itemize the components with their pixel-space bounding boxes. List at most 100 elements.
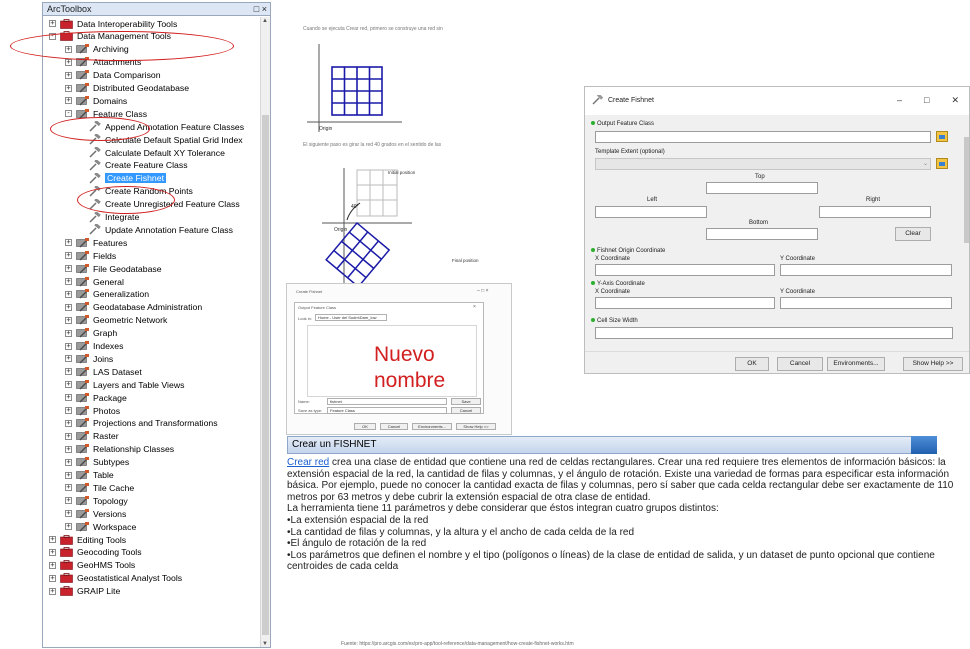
- tree-item-layers-and-table-views[interactable]: + Layers and Table Views: [65, 378, 184, 391]
- collapse-icon[interactable]: -: [65, 110, 72, 118]
- top-input[interactable]: [706, 182, 818, 194]
- expand-icon[interactable]: +: [65, 278, 72, 285]
- tree-item-calculate-default-xy-tolerance[interactable]: Calculate Default XY Tolerance: [88, 146, 225, 159]
- tree-item-topology[interactable]: + Topology: [65, 494, 128, 507]
- tree-item-relationship-classes[interactable]: + Relationship Classes: [65, 443, 174, 456]
- expand-icon[interactable]: +: [65, 484, 72, 492]
- output-feature-class-input[interactable]: [595, 131, 931, 143]
- tree-item-domains[interactable]: + Domains: [65, 94, 127, 107]
- minimize-icon[interactable]: –: [897, 95, 902, 106]
- tree-item-general[interactable]: + General: [65, 275, 124, 288]
- scroll-up-icon[interactable]: ▲: [262, 18, 268, 24]
- left-input[interactable]: [595, 206, 707, 218]
- tree-item-features[interactable]: + Features: [65, 236, 127, 249]
- environments-button[interactable]: Environments...: [827, 357, 885, 371]
- expand-icon[interactable]: +: [65, 419, 72, 427]
- tree-item-graph[interactable]: + Graph: [65, 327, 117, 340]
- cell-size-width-input[interactable]: [595, 327, 953, 339]
- arctoolbox-titlebar[interactable]: ArcToolbox □ ×: [43, 3, 270, 16]
- expand-icon[interactable]: +: [65, 445, 72, 453]
- fishnet-scrollbar-thumb[interactable]: [964, 137, 969, 243]
- dock-pin-icon[interactable]: □ ×: [254, 4, 267, 14]
- tree-item-editing-tools[interactable]: + Editing Tools: [49, 533, 126, 546]
- template-extent-select[interactable]: ⌄: [595, 158, 931, 170]
- clear-button[interactable]: Clear: [895, 227, 931, 241]
- save-as-type-select[interactable]: Feature Class: [327, 407, 447, 414]
- tree-item-workspace[interactable]: + Workspace: [65, 520, 136, 533]
- expand-icon[interactable]: +: [65, 71, 72, 79]
- expand-icon[interactable]: +: [65, 368, 72, 376]
- mini-cancel-button[interactable]: Cancel: [380, 423, 408, 430]
- tree-item-geometric-network[interactable]: + Geometric Network: [65, 314, 167, 327]
- ok-button[interactable]: OK: [735, 357, 769, 371]
- name-field[interactable]: fishnet: [327, 398, 447, 405]
- mini-show-help-button[interactable]: Show Help >>: [456, 423, 496, 430]
- browser-close-icon[interactable]: ×: [473, 304, 476, 310]
- tree-item-geodatabase-administration[interactable]: + Geodatabase Administration: [65, 301, 202, 314]
- tree-item-fields[interactable]: + Fields: [65, 249, 116, 262]
- tree-item-joins[interactable]: + Joins: [65, 352, 113, 365]
- tree-item-create-fishnet[interactable]: Create Fishnet: [88, 172, 166, 185]
- expand-icon[interactable]: +: [65, 252, 72, 260]
- tree-item-create-feature-class[interactable]: Create Feature Class: [88, 159, 188, 172]
- expand-icon[interactable]: +: [65, 458, 72, 466]
- expand-icon[interactable]: +: [65, 355, 72, 363]
- expand-icon[interactable]: +: [65, 394, 72, 402]
- expand-icon[interactable]: +: [65, 381, 72, 389]
- save-button[interactable]: Save: [451, 398, 481, 405]
- tree-item-tile-cache[interactable]: + Tile Cache: [65, 481, 134, 494]
- close-icon[interactable]: ✕: [951, 95, 959, 106]
- show-help-button[interactable]: Show Help >>: [903, 357, 963, 371]
- tree-item-data-comparison[interactable]: + Data Comparison: [65, 69, 161, 82]
- expand-icon[interactable]: +: [49, 587, 56, 595]
- tree-scrollbar[interactable]: ▲ ▼: [260, 17, 270, 647]
- tree-item-las-dataset[interactable]: + LAS Dataset: [65, 365, 142, 378]
- expand-icon[interactable]: +: [49, 574, 56, 582]
- tree-item-photos[interactable]: + Photos: [65, 404, 120, 417]
- expand-icon[interactable]: +: [49, 561, 56, 569]
- open-folder-icon[interactable]: [936, 131, 948, 142]
- origin-x-input[interactable]: [595, 264, 775, 276]
- mini-ok-button[interactable]: OK: [354, 423, 376, 430]
- mini-environments-button[interactable]: Environments...: [412, 423, 452, 430]
- tree-item-table[interactable]: + Table: [65, 469, 114, 482]
- expand-icon[interactable]: +: [49, 548, 56, 556]
- tree-item-file-geodatabase[interactable]: + File Geodatabase: [65, 262, 162, 275]
- open-folder-icon-2[interactable]: [936, 158, 948, 169]
- expand-icon[interactable]: +: [49, 20, 56, 27]
- fishnet-scrollbar[interactable]: [963, 115, 969, 351]
- expand-icon[interactable]: +: [65, 84, 72, 92]
- tree-item-raster[interactable]: + Raster: [65, 430, 119, 443]
- yaxis-x-input[interactable]: [595, 297, 775, 309]
- look-in-select[interactable]: Home - User del Sudm\Dam_low: [315, 314, 387, 321]
- tree-item-package[interactable]: + Package: [65, 391, 127, 404]
- right-input[interactable]: [819, 206, 931, 218]
- scrollbar-thumb[interactable]: [262, 115, 269, 635]
- fishnet-titlebar[interactable]: Create Fishnet – □ ✕: [585, 87, 969, 113]
- tree-item-distributed-geodatabase[interactable]: + Distributed Geodatabase: [65, 82, 189, 95]
- expand-icon[interactable]: +: [65, 303, 72, 311]
- origin-y-input[interactable]: [780, 264, 952, 276]
- expand-icon[interactable]: +: [65, 316, 72, 324]
- expand-icon[interactable]: +: [65, 97, 72, 105]
- tree-item-update-annotation-feature-class[interactable]: Update Annotation Feature Class: [88, 223, 233, 236]
- expand-icon[interactable]: +: [65, 471, 72, 479]
- expand-icon[interactable]: +: [49, 536, 56, 543]
- expand-icon[interactable]: +: [65, 265, 72, 273]
- cancel-button[interactable]: Cancel: [777, 357, 823, 371]
- tree-item-graip-lite[interactable]: + GRAIP Lite: [49, 585, 120, 598]
- tree-item-geohms-tools[interactable]: + GeoHMS Tools: [49, 559, 135, 572]
- scroll-down-icon[interactable]: ▼: [262, 641, 268, 647]
- expand-icon[interactable]: +: [65, 329, 72, 337]
- save-dialog-window-controls-icon[interactable]: – □ ×: [477, 288, 489, 294]
- expand-icon[interactable]: +: [65, 432, 72, 440]
- expand-icon[interactable]: +: [65, 290, 72, 298]
- tree-item-versions[interactable]: + Versions: [65, 507, 126, 520]
- tree-item-indexes[interactable]: + Indexes: [65, 340, 123, 353]
- expand-icon[interactable]: +: [65, 407, 72, 414]
- bottom-input[interactable]: [706, 228, 818, 240]
- crear-red-link[interactable]: Crear red: [287, 457, 329, 468]
- maximize-icon[interactable]: □: [924, 95, 929, 106]
- yaxis-y-input[interactable]: [780, 297, 952, 309]
- expand-icon[interactable]: +: [65, 523, 72, 531]
